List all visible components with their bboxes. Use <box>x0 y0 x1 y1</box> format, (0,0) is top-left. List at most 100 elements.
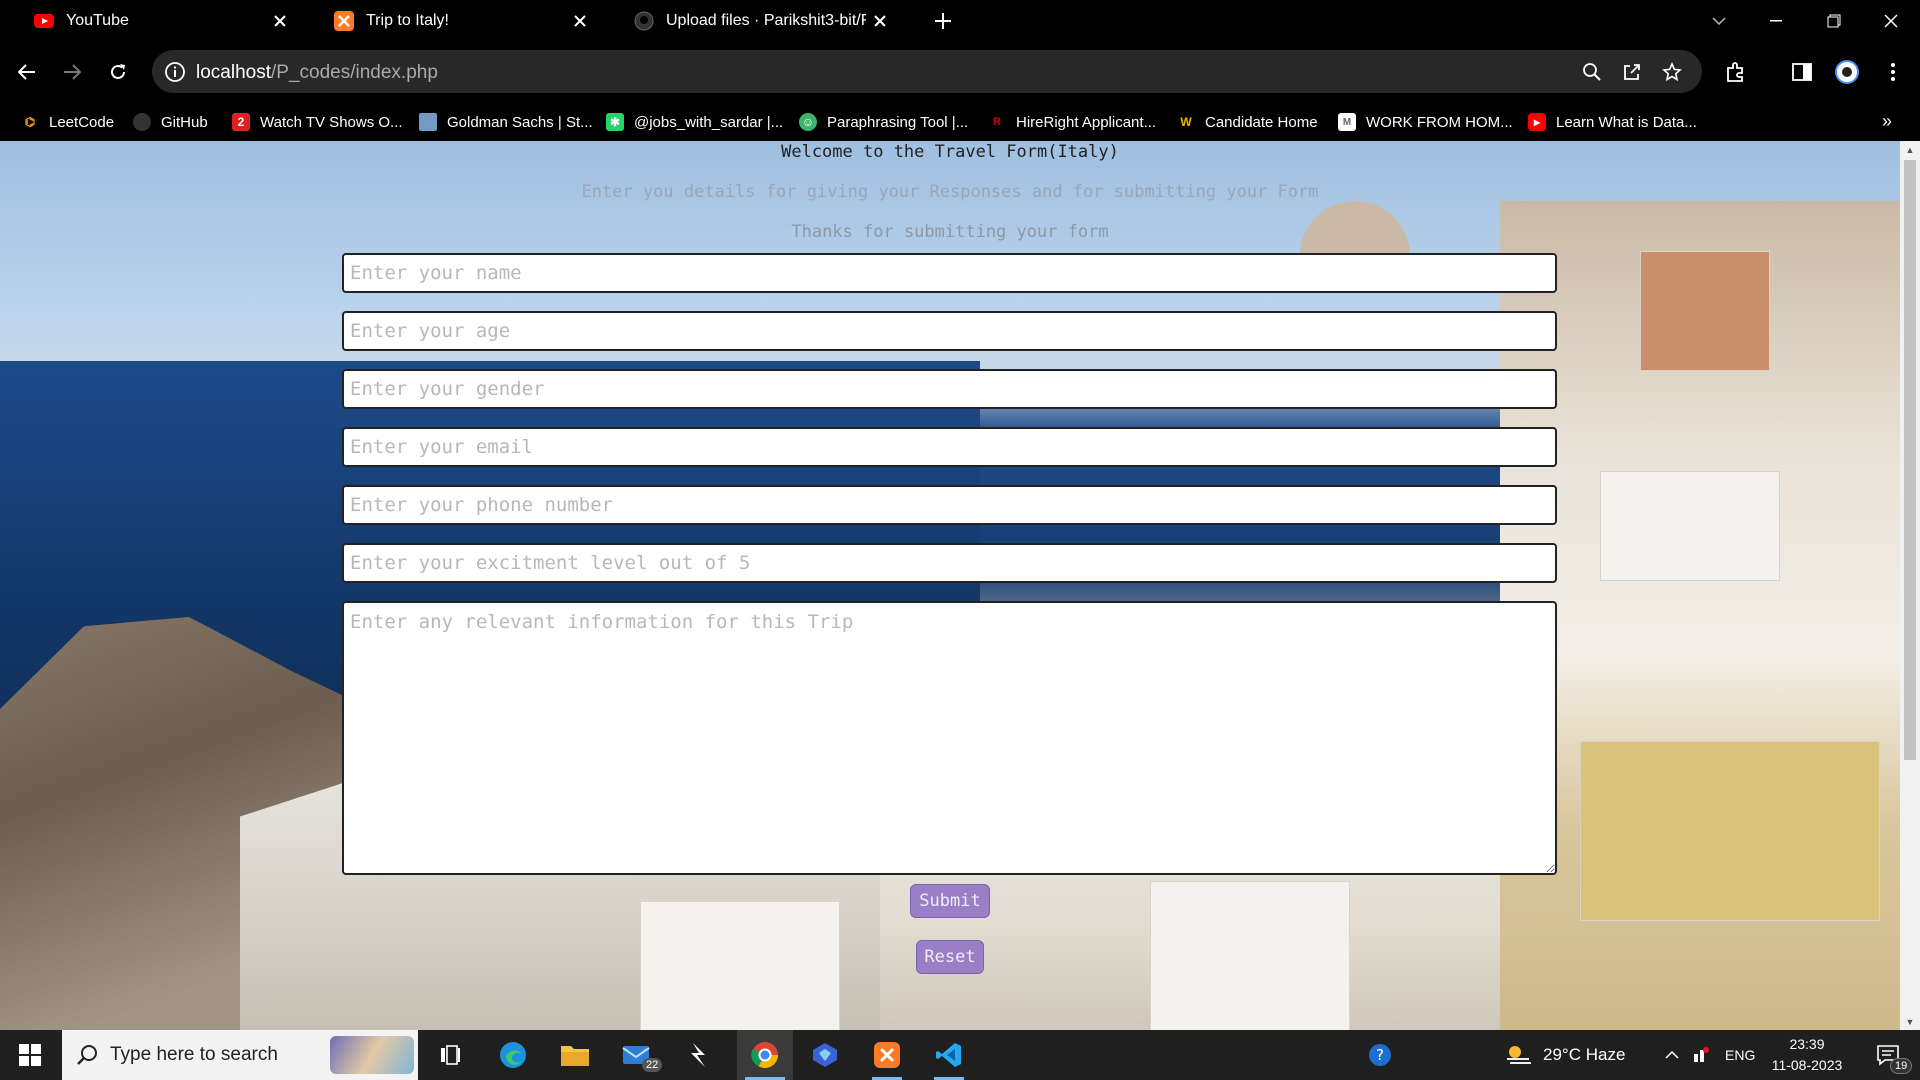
back-button[interactable] <box>9 54 45 90</box>
bookmark-learn-data[interactable]: ▸ Learn What is Data... <box>1528 103 1697 141</box>
bookmark-goldman-sachs[interactable]: Goldman Sachs | St... <box>419 103 593 141</box>
bookmark-label: GitHub <box>161 113 208 131</box>
scroll-up-arrow-icon[interactable]: ▲ <box>1900 141 1920 158</box>
work-from-home-icon: M <box>1338 113 1356 131</box>
reset-button[interactable]: Reset <box>916 940 984 974</box>
bookmark-label: Learn What is Data... <box>1556 113 1697 131</box>
bing-app[interactable] <box>800 1030 850 1080</box>
task-view-button[interactable] <box>428 1030 472 1080</box>
help-button[interactable]: ? <box>1360 1030 1400 1080</box>
address-bar[interactable]: localhost/P_codes/index.php <box>152 50 1702 93</box>
avatar-icon <box>1835 60 1859 84</box>
vscode-icon <box>936 1043 961 1067</box>
gender-input[interactable] <box>342 369 1557 409</box>
github-icon <box>133 113 151 131</box>
email-input[interactable] <box>342 427 1557 467</box>
close-window-button[interactable] <box>1862 0 1920 41</box>
minimize-button[interactable] <box>1747 0 1805 41</box>
candidate-home-icon: W <box>1180 115 1192 129</box>
excitement-input[interactable] <box>342 543 1557 583</box>
restore-button[interactable] <box>1805 0 1863 41</box>
minimize-icon <box>1770 19 1782 21</box>
vertical-scrollbar[interactable]: ▲ ▼ <box>1900 141 1920 1030</box>
forward-button[interactable] <box>54 54 90 90</box>
close-tab-icon[interactable] <box>566 7 594 35</box>
age-input[interactable] <box>342 311 1557 351</box>
language-indicator[interactable]: ENG <box>1725 1030 1755 1080</box>
submit-button[interactable]: Submit <box>910 884 990 918</box>
arrow-left-icon <box>18 64 35 80</box>
bookmark-star-icon[interactable] <box>1659 59 1685 85</box>
file-explorer-app[interactable] <box>550 1030 600 1080</box>
menu-button[interactable] <box>1875 54 1911 90</box>
zoom-icon[interactable] <box>1579 59 1605 85</box>
clock-time: 23:39 <box>1789 1036 1825 1052</box>
info-textarea[interactable] <box>342 601 1557 875</box>
page-title: Welcome to the Travel Form(Italy) <box>781 142 1119 162</box>
show-hidden-icons-button[interactable] <box>1660 1030 1684 1080</box>
bookmark-github[interactable]: GitHub <box>133 103 208 141</box>
close-icon <box>1884 13 1898 28</box>
notification-center-button[interactable]: 19 <box>1864 1030 1913 1080</box>
weather-text: 29°C Haze <box>1543 1045 1626 1064</box>
start-button[interactable] <box>0 1030 60 1080</box>
bookmark-label: Paraphrasing Tool |... <box>827 113 969 131</box>
tab-upload-files[interactable]: Upload files · Parikshit3-bit/First <box>600 0 900 41</box>
url-text[interactable]: localhost/P_codes/index.php <box>196 62 438 84</box>
tab-search-button[interactable] <box>1690 0 1748 41</box>
bookmarks-overflow-button[interactable]: » <box>1882 111 1892 132</box>
side-panel-button[interactable] <box>1784 54 1820 90</box>
chrome-app[interactable] <box>737 1030 793 1080</box>
bookmark-jobs-with-sardar[interactable]: ✱ @jobs_with_sardar |... <box>606 103 783 141</box>
weather-widget[interactable]: 29°C Haze <box>1505 1030 1625 1080</box>
share-icon[interactable] <box>1619 59 1645 85</box>
bookmark-label: @jobs_with_sardar |... <box>634 113 784 131</box>
bookmark-watch-tv[interactable]: 2 Watch TV Shows O... <box>232 103 403 141</box>
bookmark-candidate-home[interactable]: W Candidate Home <box>1177 103 1317 141</box>
edge-app[interactable] <box>488 1030 538 1080</box>
copilot-icon <box>813 1043 837 1067</box>
reload-button[interactable] <box>100 54 136 90</box>
github-icon <box>634 11 654 31</box>
extensions-button[interactable] <box>1718 54 1754 90</box>
windows-taskbar: Type here to search 22 ? 29°C Haze ENG 2… <box>0 1030 1920 1080</box>
taskbar-search[interactable]: Type here to search <box>62 1030 418 1080</box>
bookmark-hireright[interactable]: R HireRight Applicant... <box>988 103 1156 141</box>
new-tab-button[interactable] <box>928 6 958 36</box>
bookmark-paraphrasing-tool[interactable]: ☺ Paraphrasing Tool |... <box>799 103 968 141</box>
terminal-app[interactable] <box>674 1030 724 1080</box>
notification-count-badge: 19 <box>1890 1058 1913 1074</box>
windows-logo-icon <box>19 1044 41 1066</box>
search-highlight-image <box>330 1036 414 1074</box>
close-tab-icon[interactable] <box>866 7 894 35</box>
search-placeholder: Type here to search <box>110 1044 278 1065</box>
page-subtitle: Enter you details for giving your Respon… <box>581 182 1319 202</box>
tab-youtube[interactable]: YouTube <box>0 0 300 41</box>
phone-input[interactable] <box>342 485 1557 525</box>
taskbar-clock[interactable]: 23:39 11-08-2023 <box>1762 1034 1852 1076</box>
bookmark-leetcode[interactable]: ⌬ LeetCode <box>21 103 114 141</box>
browser-toolbar: localhost/P_codes/index.php <box>0 41 1920 103</box>
vscode-app[interactable] <box>924 1030 974 1080</box>
close-tab-icon[interactable] <box>266 7 294 35</box>
goldman-sachs-icon <box>419 113 437 131</box>
scrollbar-thumb[interactable] <box>1904 160 1916 760</box>
tab-title: Trip to Italy! <box>366 11 449 29</box>
xampp-icon <box>334 10 354 31</box>
network-tray-icon[interactable] <box>1688 1030 1714 1080</box>
xampp-app[interactable] <box>862 1030 912 1080</box>
tab-trip-to-italy[interactable]: Trip to Italy! <box>300 0 600 41</box>
url-path: /P_codes/index.php <box>271 62 438 83</box>
reload-icon <box>111 64 125 79</box>
name-input[interactable] <box>342 253 1557 293</box>
side-panel-icon <box>1792 63 1812 81</box>
bookmark-label: Goldman Sachs | St... <box>447 113 593 131</box>
profile-button[interactable] <box>1829 54 1865 90</box>
restore-icon <box>1827 14 1841 27</box>
bookmark-work-from-home[interactable]: M WORK FROM HOM... <box>1338 103 1513 141</box>
info-icon[interactable] <box>164 61 186 83</box>
url-host: localhost <box>196 62 271 83</box>
paraphrasing-icon: ☺ <box>799 113 817 131</box>
scroll-down-arrow-icon[interactable]: ▼ <box>1900 1013 1920 1030</box>
mail-app[interactable]: 22 <box>612 1030 663 1080</box>
